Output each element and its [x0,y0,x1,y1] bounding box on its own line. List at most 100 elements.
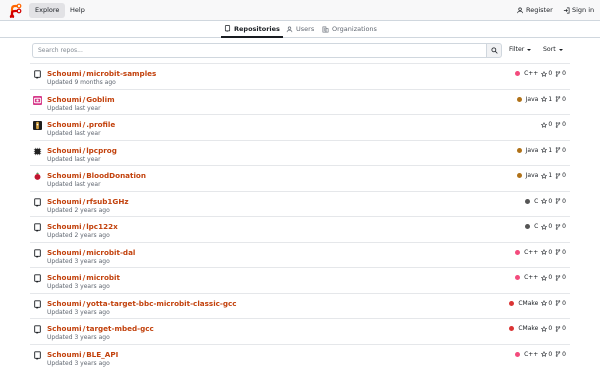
repo-owner[interactable]: Schoumi [47,171,82,180]
repo-link[interactable]: Schoumi/lpc122x [47,222,118,231]
repo-owner[interactable]: Schoumi [47,120,82,129]
tab-repositories[interactable]: Repositories [221,21,283,38]
repo-link[interactable]: Schoumi/.profile [47,120,115,129]
repo-name[interactable]: microbit-dal [86,248,135,257]
repo-owner[interactable]: Schoumi [47,146,82,155]
repo-name[interactable]: .profile [86,120,115,129]
fork-icon [555,325,561,332]
repo-row: Schoumi/microbit-dal Updated 3 years ago C… [30,241,570,268]
repo-name[interactable]: microbit [86,273,120,282]
repo-link[interactable]: Schoumi/target-mbed-gcc [47,324,154,333]
fork-icon [555,121,561,128]
repo-link[interactable]: Schoumi/rfsub1GHz [47,197,129,206]
repo-owner[interactable]: Schoumi [47,273,82,282]
repo-name[interactable]: target-mbed-gcc [86,324,154,333]
search-button[interactable] [486,43,502,58]
sort-dropdown[interactable]: Sort [543,46,563,53]
repo-owner[interactable]: Schoumi [47,299,82,308]
repo-row: Schoumi/Goblim Updated last year Java 1 0 [30,88,570,115]
repo-forks[interactable]: 0 [555,300,566,307]
repo-forks[interactable]: 0 [555,70,566,77]
repo-name[interactable]: lpcprog [86,146,117,155]
nav-help[interactable]: Help [64,3,91,18]
repo-stars[interactable]: 0 [541,223,552,230]
repo-name[interactable]: Goblim [86,95,114,104]
repo-updated-time: Updated 3 years ago [47,283,110,290]
repo-stars[interactable]: 1 [541,147,552,154]
repo-link[interactable]: Schoumi/BLE_API [47,350,118,359]
tab-organizations[interactable]: Organizations [319,21,380,37]
repo-link[interactable]: Schoumi/Goblim [47,95,115,104]
repo-forks[interactable]: 0 [555,274,566,281]
repo-stars[interactable]: 0 [541,70,552,77]
repo-owner[interactable]: Schoumi [47,248,82,257]
forgejo-logo-icon[interactable] [8,3,22,18]
star-icon [541,70,548,77]
language-color-dot [515,249,521,255]
fork-icon [555,70,561,77]
repo-stars[interactable]: 0 [541,300,552,307]
repo-name[interactable]: lpc122x [86,222,118,231]
repo-stars[interactable]: 0 [541,249,552,256]
repo-stars[interactable]: 0 [541,198,552,205]
repo-stars[interactable]: 0 [541,121,552,128]
repo-owner[interactable]: Schoumi [47,324,82,333]
star-icon [541,300,548,306]
star-icon [541,172,548,179]
search-input[interactable] [32,43,486,58]
repo-stars[interactable]: 0 [541,274,552,281]
repo-stars[interactable]: 1 [541,172,552,179]
person-icon [286,26,293,32]
fork-count: 0 [562,146,566,154]
repo-link[interactable]: Schoumi/microbit-samples [47,69,156,78]
search-icon [490,47,498,54]
language-label: C [534,223,539,230]
repo-owner[interactable]: Schoumi [47,197,82,206]
filter-dropdown[interactable]: Filter [509,46,532,53]
repo-forks[interactable]: 0 [555,96,566,103]
repo-forks[interactable]: 0 [555,223,566,230]
register-link[interactable]: Register [517,3,553,18]
repo-forks[interactable]: 0 [555,198,566,205]
repo-forks[interactable]: 0 [555,121,566,128]
repo-name[interactable]: microbit-samples [86,69,156,78]
repo-icon [33,325,42,334]
repo-stars[interactable]: 0 [541,351,552,358]
repo-forks[interactable]: 0 [555,147,566,154]
repo-language: C++ [515,274,538,281]
repo-name[interactable]: BLE_API [86,350,118,359]
nav-explore[interactable]: Explore [29,3,66,18]
repo-stars[interactable]: 0 [541,325,552,332]
repo-meta: C++ 0 0 [515,274,566,281]
language-color-dot [516,96,522,102]
repo-owner[interactable]: Schoumi [47,95,82,104]
repo-owner[interactable]: Schoumi [47,222,82,231]
repo-icon [33,299,42,309]
repo-owner[interactable]: Schoumi [47,69,82,78]
repo-row: Schoumi/lpcprog Updated last year Java 1 0 [30,139,570,166]
repo-icon [33,197,42,207]
repo-name[interactable]: rfsub1GHz [86,197,128,206]
repo-link[interactable]: Schoumi/microbit [47,273,120,282]
repo-forks[interactable]: 0 [555,172,566,179]
repo-language: C++ [515,249,538,256]
fork-count: 0 [562,325,566,332]
repo-language: Java [516,96,538,103]
repo-link[interactable]: Schoumi/yotta-target-bbc-microbit-classi… [47,299,237,308]
top-navbar: Explore Help Register Sign in [0,0,600,21]
fork-icon [555,198,561,204]
signin-link[interactable]: Sign in [563,3,594,18]
repo-stars[interactable]: 1 [541,96,552,103]
repo-name[interactable]: BloodDonation [86,171,146,180]
repo-link[interactable]: Schoumi/microbit-dal [47,248,135,257]
repo-forks[interactable]: 0 [555,351,566,358]
repo-name[interactable]: yotta-target-bbc-microbit-classic-gcc [86,299,236,308]
repo-meta: CMake 0 0 [509,325,566,332]
repo-link[interactable]: Schoumi/lpcprog [47,146,117,155]
repo-forks[interactable]: 0 [555,325,566,332]
repo-link[interactable]: Schoumi/BloodDonation [47,171,146,180]
star-count: 0 [548,70,553,77]
repo-forks[interactable]: 0 [555,249,566,256]
repo-owner[interactable]: Schoumi [47,350,82,359]
tab-users[interactable]: Users [283,21,317,37]
